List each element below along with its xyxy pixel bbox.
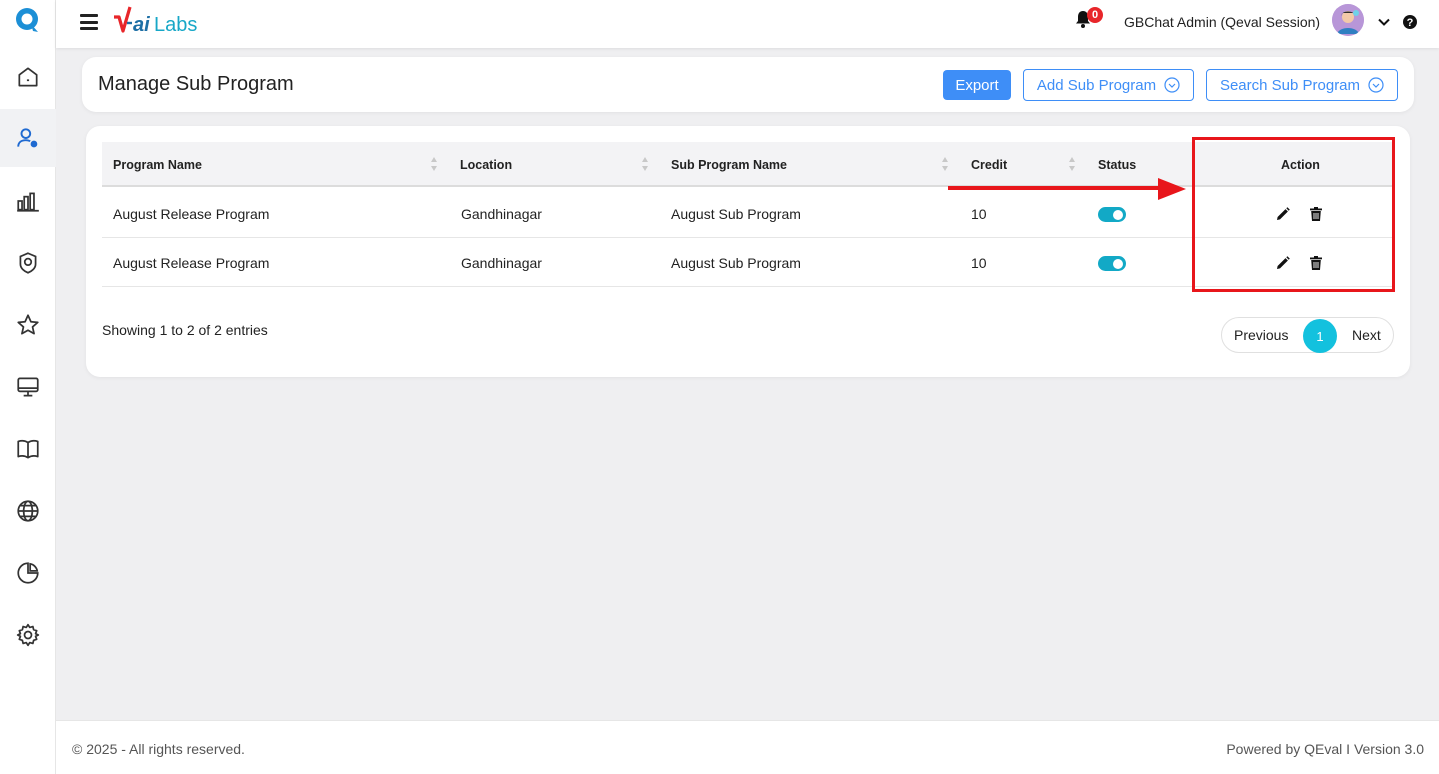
footer: © 2025 - All rights reserved. Powered by… [56, 720, 1439, 774]
add-sub-program-button[interactable]: Add Sub Program [1023, 69, 1194, 101]
previous-page-button[interactable]: Previous [1234, 327, 1288, 343]
user-name[interactable]: GBChat Admin (Qeval Session) [1124, 14, 1320, 30]
star-icon [17, 314, 39, 335]
sidebar-item-reports[interactable] [0, 172, 56, 230]
chevron-down-circle-icon [1164, 77, 1180, 93]
column-header-sub-program-name[interactable]: Sub Program Name [671, 142, 787, 187]
status-toggle[interactable] [1098, 207, 1126, 222]
cell-sub-program-name: August Sub Program [671, 254, 801, 271]
status-toggle[interactable] [1098, 256, 1126, 271]
column-header-program-name[interactable]: Program Name [113, 142, 202, 187]
cell-program-name: August Release Program [113, 205, 270, 222]
sidebar-item-badges[interactable] [0, 234, 56, 292]
sidebar-item-analytics[interactable] [0, 544, 56, 602]
sort-icon[interactable] [941, 155, 949, 173]
chevron-down-circle-icon [1368, 77, 1384, 93]
avatar[interactable] [1332, 4, 1364, 36]
svg-text:ai: ai [133, 14, 150, 36]
svg-text:Labs: Labs [154, 14, 197, 36]
cell-credit: 10 [971, 254, 987, 271]
page-header-card: Manage Sub Program Export Add Sub Progra… [82, 57, 1414, 112]
page-1-button[interactable]: 1 [1303, 319, 1337, 353]
entries-info: Showing 1 to 2 of 2 entries [102, 322, 268, 338]
avatar-person-icon [1332, 4, 1364, 36]
copyright-text: © 2025 - All rights reserved. [72, 741, 245, 757]
sidebar-item-users[interactable] [0, 109, 56, 167]
top-bar: ai Labs 0 GBChat Admin (Qeval Session) ? [56, 0, 1439, 48]
sidebar-item-monitor[interactable] [0, 358, 56, 416]
column-header-location[interactable]: Location [460, 142, 512, 187]
cell-location: Gandhinagar [461, 254, 542, 271]
badge-icon [19, 252, 37, 274]
export-button[interactable]: Export [943, 70, 1011, 100]
annotation-arrow [948, 178, 1186, 200]
sort-icon[interactable] [1068, 155, 1076, 173]
sidebar-item-global[interactable] [0, 482, 56, 540]
annotation-highlight-box [1192, 137, 1395, 292]
sidebar-item-library[interactable] [0, 420, 56, 478]
sort-icon[interactable] [430, 155, 438, 173]
add-sub-program-label: Add Sub Program [1036, 76, 1157, 94]
sort-icon[interactable] [641, 155, 649, 173]
cell-program-name: August Release Program [113, 254, 270, 271]
hamburger-menu-icon[interactable] [80, 14, 98, 30]
app-logo-icon[interactable] [14, 6, 42, 36]
sidebar-item-home[interactable] [0, 48, 56, 106]
powered-by-text: Powered by QEval I Version 3.0 [1226, 741, 1424, 757]
gear-icon [16, 623, 40, 647]
next-page-button[interactable]: Next [1352, 327, 1381, 343]
help-icon[interactable]: ? [1402, 14, 1418, 30]
bar-chart-icon [17, 192, 39, 212]
search-sub-program-label: Search Sub Program [1219, 76, 1361, 94]
sidebar [0, 0, 56, 774]
cell-sub-program-name: August Sub Program [671, 205, 801, 222]
search-sub-program-button[interactable]: Search Sub Program [1206, 69, 1398, 101]
book-icon [17, 439, 39, 459]
user-settings-icon [17, 128, 38, 148]
brand-logo: ai Labs [114, 6, 197, 36]
globe-icon [17, 500, 39, 522]
sidebar-item-favorites[interactable] [0, 296, 56, 354]
pie-chart-icon [17, 562, 39, 584]
chevron-down-icon[interactable] [1376, 14, 1392, 30]
svg-text:?: ? [1407, 17, 1414, 29]
home-icon [18, 67, 38, 87]
notification-badge: 0 [1087, 7, 1103, 23]
pagination: Previous 1 Next [1221, 317, 1394, 353]
page-title: Manage Sub Program [98, 73, 294, 95]
cell-location: Gandhinagar [461, 205, 542, 222]
monitor-icon [17, 377, 39, 397]
sidebar-item-settings[interactable] [0, 606, 56, 664]
